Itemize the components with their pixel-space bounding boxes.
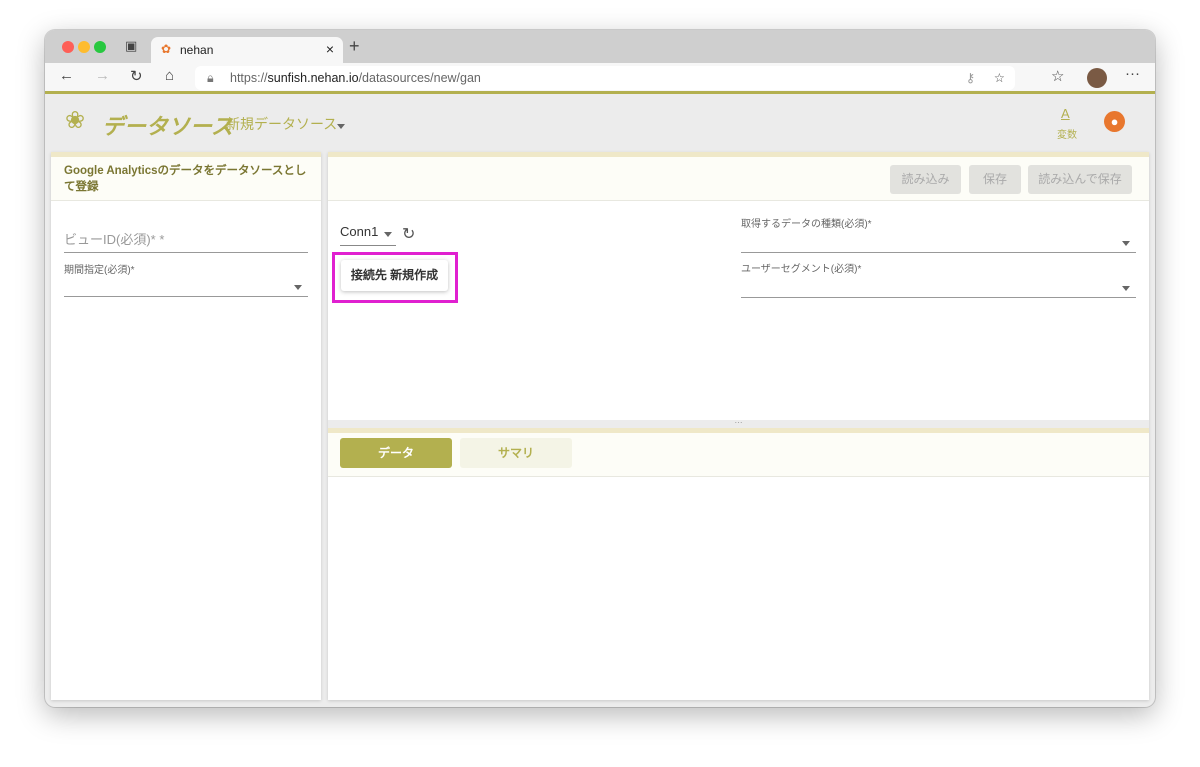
url-path: /datasources/new/gan bbox=[358, 71, 481, 85]
back-icon[interactable]: ← bbox=[59, 67, 74, 84]
period-label: 期間指定(必須)* bbox=[64, 265, 135, 276]
more-icon[interactable]: ··· bbox=[1125, 65, 1140, 82]
app-header: ❀ データソース 新規データソース A 変数 ● bbox=[45, 96, 1155, 152]
result-tabs: データ サマリ bbox=[328, 433, 1149, 477]
chevron-down-icon bbox=[384, 232, 392, 237]
chevron-down-icon bbox=[1122, 286, 1130, 291]
connection-value: Conn1 bbox=[340, 224, 379, 239]
chevron-down-icon[interactable] bbox=[337, 124, 345, 129]
chevron-down-icon bbox=[1122, 241, 1130, 246]
profile-avatar[interactable] bbox=[1087, 68, 1107, 88]
new-connection-button[interactable]: 接続先 新規作成 bbox=[341, 260, 448, 291]
page-title: データソース bbox=[102, 114, 233, 139]
new-tab-icon[interactable]: + bbox=[349, 36, 360, 57]
toolbar: 読み込み 保存 読み込んで保存 bbox=[328, 157, 1149, 201]
maximize-window-button[interactable] bbox=[94, 41, 106, 53]
add-favorite-icon[interactable]: ☆ bbox=[994, 66, 1005, 90]
period-select[interactable] bbox=[64, 275, 308, 297]
highlight-box: 接続先 新規作成 bbox=[332, 252, 458, 303]
data-type-label: 取得するデータの種類(必須)* bbox=[741, 219, 872, 230]
data-type-select[interactable] bbox=[741, 231, 1136, 253]
minimize-window-button[interactable] bbox=[78, 41, 90, 53]
forward-icon[interactable]: → bbox=[95, 67, 110, 84]
resize-handle[interactable]: ··· bbox=[328, 419, 1149, 428]
url-prefix: https:// bbox=[230, 71, 268, 85]
segment-label: ユーザーセグメント(必須)* bbox=[741, 264, 862, 275]
key-icon[interactable]: ⚷ bbox=[966, 66, 975, 90]
favicon-icon: ✿ bbox=[161, 42, 172, 56]
left-panel-title: Google Analyticsのデータをデータソースとして登録 bbox=[51, 157, 321, 201]
save-button[interactable]: 保存 bbox=[969, 165, 1021, 194]
user-account-icon[interactable]: ● bbox=[1104, 111, 1125, 132]
variables-icon[interactable]: A bbox=[1061, 106, 1070, 121]
browser-window: ▣ ✿ nehan × + ← → ↻ ⌂ 🔒︎ https://sunfish… bbox=[45, 30, 1155, 707]
favorites-icon[interactable]: ☆ bbox=[1051, 67, 1064, 85]
load-and-save-button[interactable]: 読み込んで保存 bbox=[1028, 165, 1132, 194]
tab-title: nehan bbox=[180, 43, 214, 57]
address-bar-row: ← → ↻ ⌂ 🔒︎ https://sunfish.nehan.io/data… bbox=[45, 63, 1155, 94]
browser-tab[interactable]: ✿ nehan × bbox=[151, 37, 343, 63]
reload-icon[interactable]: ↻ bbox=[130, 67, 143, 85]
main-panel: 読み込み 保存 読み込んで保存 Conn1 ↻ 接続先 新規作成 取得するデータ… bbox=[328, 152, 1149, 700]
close-tab-icon[interactable]: × bbox=[326, 41, 334, 57]
home-icon[interactable]: ⌂ bbox=[165, 67, 174, 84]
close-window-button[interactable] bbox=[62, 41, 74, 53]
tab-data[interactable]: データ bbox=[340, 438, 452, 468]
datasource-name-dropdown[interactable]: 新規データソース bbox=[226, 114, 337, 134]
tab-bar: ▣ ✿ nehan × + bbox=[45, 30, 1155, 63]
logo-icon: ❀ bbox=[65, 107, 86, 134]
segment-select[interactable] bbox=[741, 276, 1136, 298]
sidebar-toggle-icon[interactable]: ▣ bbox=[125, 38, 137, 54]
chevron-down-icon bbox=[294, 285, 302, 290]
url-host: sunfish.nehan.io bbox=[267, 71, 359, 85]
url-input[interactable]: 🔒︎ https://sunfish.nehan.io/datasources/… bbox=[195, 66, 1015, 90]
lock-icon: 🔒︎ bbox=[207, 71, 214, 85]
refresh-icon[interactable]: ↻ bbox=[402, 224, 415, 244]
connection-select[interactable]: Conn1 bbox=[340, 224, 396, 246]
tab-summary[interactable]: サマリ bbox=[460, 438, 572, 468]
load-button[interactable]: 読み込み bbox=[890, 165, 961, 194]
view-id-input[interactable]: ビューID(必須)* * bbox=[64, 229, 308, 253]
left-panel: Google Analyticsのデータをデータソースとして登録 ビューID(必… bbox=[51, 152, 321, 700]
variables-label[interactable]: 変数 bbox=[1057, 126, 1077, 141]
